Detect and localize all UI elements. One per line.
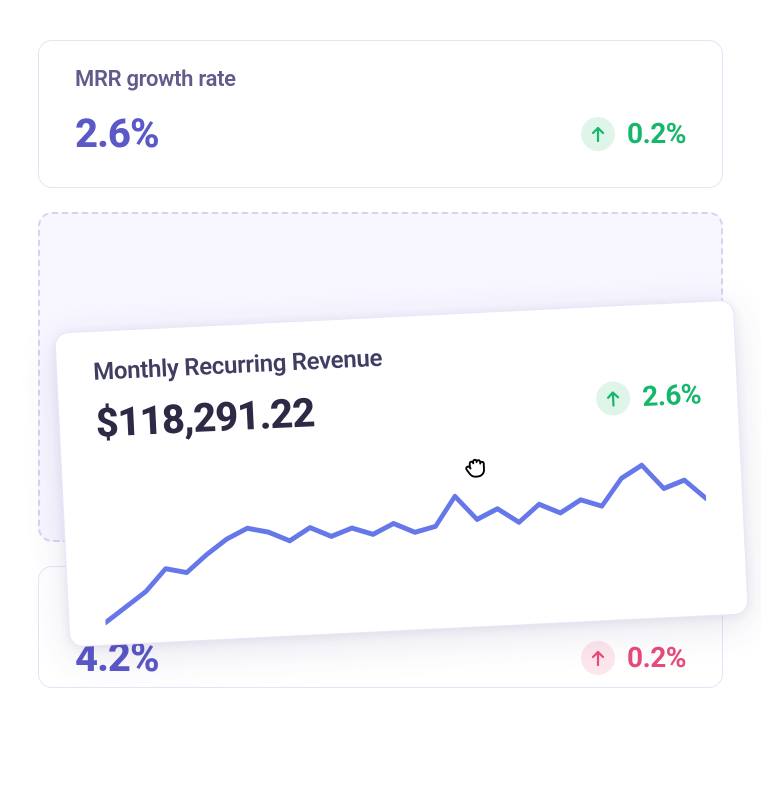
metric-value: $118,291.22 <box>95 389 316 447</box>
metric-delta: 2.6% <box>595 377 701 416</box>
delta-value: 0.2% <box>627 117 686 150</box>
card-monthly-recurring-revenue[interactable]: Monthly Recurring Revenue $118,291.22 2.… <box>54 300 749 648</box>
arrow-up-icon <box>595 380 631 416</box>
delta-value: 0.2% <box>627 641 686 674</box>
metric-delta: 0.2% <box>581 117 686 151</box>
arrow-up-icon <box>581 641 615 675</box>
arrow-up-icon <box>581 117 615 151</box>
metric-value: 2.6% <box>75 110 159 157</box>
card-mrr-growth-rate[interactable]: MRR growth rate 2.6% 0.2% <box>38 40 723 188</box>
card-row: 2.6% 0.2% <box>75 110 686 157</box>
metric-delta: 0.2% <box>581 641 686 675</box>
card-row: $118,291.22 2.6% <box>95 370 703 447</box>
delta-value: 2.6% <box>641 377 701 413</box>
card-title: MRR growth rate <box>75 67 686 92</box>
sparkline-chart <box>98 445 712 644</box>
